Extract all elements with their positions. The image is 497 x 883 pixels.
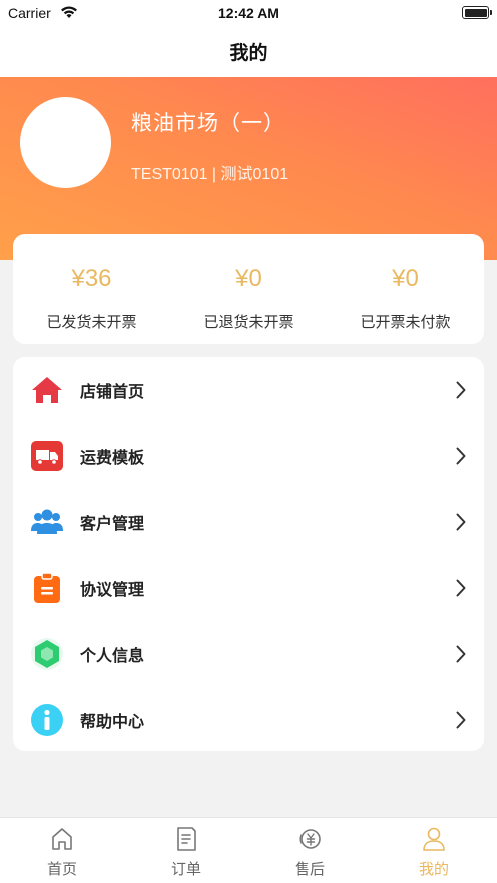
tab-mine[interactable]: 我的 <box>372 818 496 883</box>
chevron-right-icon <box>456 513 466 531</box>
profile-header: 粮油市场（一） TEST0101 | 测试0101 <box>0 77 497 260</box>
status-bar: Carrier 12:42 AM <box>0 0 497 26</box>
menu-item-label: 店铺首页 <box>80 384 145 401</box>
truck-icon <box>31 441 63 471</box>
stat-label: 已退货未开票 <box>203 314 294 331</box>
tab-home[interactable]: 首页 <box>0 818 124 883</box>
order-icon <box>177 827 196 851</box>
stat-invoiced-unpaid[interactable]: ¥0 已开票未付款 <box>327 234 484 344</box>
stat-value: ¥36 <box>71 265 112 292</box>
profile-icon <box>423 827 445 851</box>
menu-item-label: 协议管理 <box>80 582 145 599</box>
menu-item-label: 客户管理 <box>80 516 145 533</box>
tab-orders[interactable]: 订单 <box>124 818 248 883</box>
menu-item-customer-management[interactable]: 客户管理 <box>13 489 484 555</box>
invoice-stats-card: ¥36 已发货未开票 ¥0 已退货未开票 ¥0 已开票未付款 <box>13 234 484 344</box>
stat-label: 已发货未开票 <box>46 314 137 331</box>
chevron-right-icon <box>456 447 466 465</box>
chevron-right-icon <box>456 579 466 597</box>
home-icon <box>32 377 62 403</box>
menu-item-agreement-management[interactable]: 协议管理 <box>13 555 484 621</box>
clipboard-icon <box>34 572 60 603</box>
page-title: 我的 <box>229 43 268 64</box>
tab-label: 售后 <box>294 861 325 878</box>
chevron-right-icon <box>456 381 466 399</box>
chevron-right-icon <box>456 711 466 729</box>
stat-value: ¥0 <box>392 265 419 292</box>
stat-value: ¥0 <box>235 265 262 292</box>
clock: 12:42 AM <box>218 5 279 21</box>
store-name: 粮油市场（一） <box>131 112 285 135</box>
home-outline-icon <box>52 828 72 850</box>
stat-shipped-uninvoiced[interactable]: ¥36 已发货未开票 <box>13 234 170 344</box>
menu-item-label: 个人信息 <box>80 648 145 665</box>
tab-after-sale[interactable]: 售后 <box>248 818 372 883</box>
tab-label: 订单 <box>170 861 201 878</box>
tab-label: 我的 <box>418 861 449 878</box>
info-icon <box>31 704 63 736</box>
menu-item-personal-info[interactable]: 个人信息 <box>13 621 484 687</box>
stat-label: 已开票未付款 <box>360 314 451 331</box>
chevron-right-icon <box>456 645 466 663</box>
hexagon-icon <box>31 638 63 670</box>
users-icon <box>31 509 63 534</box>
after-sale-icon <box>299 829 321 849</box>
menu-item-label: 运费模板 <box>80 450 145 467</box>
top-bar: Carrier 12:42 AM 我的 <box>0 0 497 77</box>
menu-item-label: 帮助中心 <box>80 714 145 731</box>
battery-icon <box>462 6 492 19</box>
menu-item-store-home[interactable]: 店铺首页 <box>13 357 484 423</box>
avatar[interactable] <box>20 97 111 188</box>
store-code: TEST0101 | 测试0101 <box>131 166 289 183</box>
stat-returned-uninvoiced[interactable]: ¥0 已退货未开票 <box>170 234 327 344</box>
menu-item-help-center[interactable]: 帮助中心 <box>13 687 484 753</box>
menu-item-shipping-template[interactable]: 运费模板 <box>13 423 484 489</box>
tab-bar: 首页 订单 售后 我的 <box>0 817 497 883</box>
tab-label: 首页 <box>46 861 77 878</box>
menu-list: 店铺首页 运费模板 客户管理 协议管理 个人信息 帮助中心 <box>13 357 484 751</box>
